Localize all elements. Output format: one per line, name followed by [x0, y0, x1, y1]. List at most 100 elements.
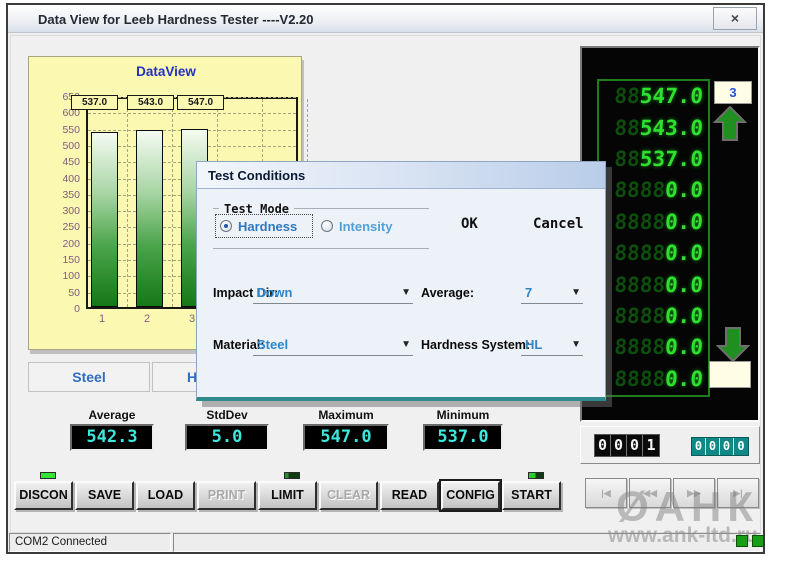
average-combobox[interactable]: 7▼ — [521, 282, 583, 304]
led-row: 88537.0 — [598, 149, 708, 170]
v-gridline — [127, 99, 128, 307]
counter-digit: 0 — [595, 435, 611, 456]
index-bottom-box — [709, 361, 751, 388]
y-axis-tick-label: 450 — [31, 156, 80, 168]
radio-label: Intensity — [339, 219, 392, 234]
button-read[interactable]: READ — [380, 481, 439, 510]
test-conditions-dialog: Test Conditions Test Mode Hardness Inten… — [196, 161, 606, 401]
stat-label-stddev: StdDev — [185, 408, 269, 422]
radio-hardness[interactable]: Hardness — [215, 214, 313, 238]
nav-last-button[interactable]: ▶| — [717, 478, 759, 508]
y-axis-tick-label: 150 — [31, 254, 80, 266]
nav-next-button[interactable]: ▶▶ — [673, 478, 715, 508]
led-value: 0.0 — [664, 304, 704, 328]
led-ghost-digits: 88 — [614, 147, 641, 171]
led-ghost-digits: 8888 — [614, 210, 666, 234]
led-ghost-digits: 8888 — [614, 273, 666, 297]
led-row: 88547.0 — [598, 86, 708, 107]
status-message — [173, 533, 761, 552]
dialog-title: Test Conditions — [208, 168, 305, 183]
stat-value-stddev: 5.0 — [185, 424, 269, 451]
led-ghost-digits: 88 — [614, 116, 641, 140]
material-combobox[interactable]: Steel ▼ — [253, 334, 413, 356]
impact-dir-combobox[interactable]: Down ▼ — [253, 282, 413, 304]
groupbox-bottom-line — [213, 248, 429, 249]
button-save[interactable]: SAVE — [75, 481, 134, 510]
radio-button-icon — [220, 220, 232, 232]
title-bar[interactable]: Data View for Leeb Hardness Tester ----V… — [8, 5, 763, 33]
chart-title: DataView — [29, 64, 303, 79]
led-row: 88880.0 — [598, 306, 708, 327]
led-value: 0.0 — [664, 241, 704, 265]
bar-value-label: 543.0 — [127, 95, 174, 110]
stat-value-average: 542.3 — [70, 424, 154, 451]
nav-prev-button[interactable]: ◀◀ — [629, 478, 671, 508]
radio-button-icon — [321, 220, 333, 232]
led-indicator-limit — [284, 472, 300, 479]
y-axis-tick-label: 250 — [31, 221, 80, 233]
stat-value-maximum: 547.0 — [303, 424, 389, 451]
y-axis-tick-label: 400 — [31, 173, 80, 185]
dialog-title-bar[interactable]: Test Conditions — [197, 162, 605, 189]
average-value: 7 — [521, 285, 532, 300]
y-axis-tick-label: 0 — [31, 303, 80, 315]
tab-material-steel[interactable]: Steel — [28, 362, 150, 392]
led-ghost-digits: 8888 — [614, 178, 666, 202]
hardness-system-label: Hardness System: — [421, 338, 530, 352]
status-led-square — [752, 535, 764, 547]
button-config[interactable]: CONFIG — [441, 481, 500, 510]
hardness-system-value: HL — [521, 337, 542, 352]
close-icon: × — [731, 10, 739, 26]
cancel-button[interactable]: Cancel — [533, 216, 584, 232]
chevron-down-icon: ▼ — [401, 287, 413, 298]
led-indicator-start — [528, 472, 544, 479]
app-window: Data View for Leeb Hardness Tester ----V… — [6, 3, 765, 554]
led-readings-frame: 88547.088543.088537.088880.088880.088880… — [597, 79, 710, 397]
reading-index-box: 3 — [714, 81, 752, 104]
led-value: 0.0 — [664, 367, 704, 391]
bar-value-label: 537.0 — [71, 95, 118, 110]
counter-digit: 0 — [734, 438, 748, 455]
counter-digit: 0 — [706, 438, 720, 455]
led-row: 88880.0 — [598, 243, 708, 264]
bar-value-label: 547.0 — [177, 95, 224, 110]
led-value: 0.0 — [664, 335, 704, 359]
led-ghost-digits: 8888 — [614, 335, 666, 359]
led-row: 88880.0 — [598, 275, 708, 296]
led-ghost-digits: 88 — [614, 84, 641, 108]
y-axis-tick-label: 300 — [31, 205, 80, 217]
button-limit[interactable]: LIMIT — [258, 481, 317, 510]
counter-digit: 0 — [611, 435, 627, 456]
led-row: 88880.0 — [598, 180, 708, 201]
led-value: 0.0 — [664, 273, 704, 297]
button-start[interactable]: START — [502, 481, 561, 510]
stat-label-minimum: Minimum — [423, 408, 503, 422]
button-load[interactable]: LOAD — [136, 481, 195, 510]
led-value: 0.0 — [664, 178, 704, 202]
h-gridline — [88, 113, 296, 114]
counter-digit: 0 — [692, 438, 706, 455]
led-value: 537.0 — [639, 147, 704, 171]
hardness-system-combobox[interactable]: HL▼ — [521, 334, 583, 356]
impact-dir-value: Down — [253, 285, 292, 300]
radio-intensity[interactable]: Intensity — [321, 214, 413, 238]
nav-first-button[interactable]: |◀ — [585, 478, 627, 508]
material-value: Steel — [253, 337, 288, 352]
led-row: 88880.0 — [598, 337, 708, 358]
chevron-down-icon: ▼ — [401, 339, 413, 350]
stat-value-minimum: 537.0 — [423, 424, 503, 451]
stat-label-maximum: Maximum — [303, 408, 389, 422]
led-display-panel: 88547.088543.088537.088880.088880.088880… — [580, 46, 760, 422]
stat-label-average: Average — [70, 408, 154, 422]
status-connection: COM2 Connected — [9, 533, 171, 552]
counter-panel: 0001 0000 — [580, 426, 760, 464]
ok-button[interactable]: OK — [461, 216, 478, 232]
chart-bar — [136, 130, 163, 307]
close-button[interactable]: × — [713, 7, 757, 30]
led-value: 547.0 — [639, 84, 704, 108]
led-ghost-digits: 8888 — [614, 304, 666, 328]
led-ghost-digits: 8888 — [614, 241, 666, 265]
scroll-up-arrow-icon[interactable] — [713, 106, 747, 142]
button-discon[interactable]: DISCON — [14, 481, 73, 510]
scroll-down-arrow-icon[interactable] — [716, 326, 750, 362]
